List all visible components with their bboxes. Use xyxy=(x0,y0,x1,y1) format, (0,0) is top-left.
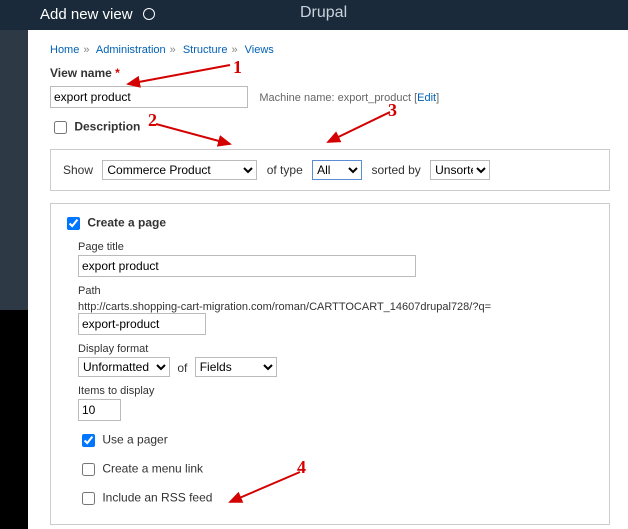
machine-name: Machine name: export_product [Edit] xyxy=(259,92,439,104)
rss-checkbox[interactable] xyxy=(82,492,95,505)
view-name-label: View name * xyxy=(50,66,120,80)
display-format-label: Display format xyxy=(78,343,597,355)
of-type-label: of type xyxy=(267,163,303,177)
of-type-select[interactable]: All xyxy=(312,160,362,180)
items-label: Items to display xyxy=(78,385,597,397)
show-section: Show Commerce Product of type All sorted… xyxy=(50,149,610,191)
overlay-content: Home» Administration» Structure» Views V… xyxy=(28,30,628,529)
of-label: of xyxy=(177,361,187,375)
annotation-2: 2 xyxy=(148,110,157,131)
machine-name-edit[interactable]: Edit xyxy=(417,92,436,104)
description-label: Description xyxy=(74,120,140,134)
display-of-select[interactable]: Fields xyxy=(195,357,277,377)
items-input[interactable] xyxy=(78,399,121,421)
create-page-checkbox[interactable] xyxy=(67,217,80,230)
show-select[interactable]: Commerce Product xyxy=(102,160,257,180)
show-label: Show xyxy=(63,163,93,177)
description-checkbox[interactable] xyxy=(54,121,67,134)
menu-link-label: Create a menu link xyxy=(102,462,203,476)
sorted-by-label: sorted by xyxy=(371,163,420,177)
display-format-select[interactable]: Unformatted list xyxy=(78,357,170,377)
site-name: Drupal xyxy=(300,4,347,22)
breadcrumb: Home» Administration» Structure» Views xyxy=(50,44,610,56)
page-title-input[interactable] xyxy=(78,255,416,277)
view-name-input[interactable] xyxy=(50,86,248,108)
annotation-4: 4 xyxy=(297,457,306,478)
annotation-1: 1 xyxy=(233,57,242,78)
path-input[interactable] xyxy=(78,313,206,335)
page-title-label: Page title xyxy=(78,241,597,253)
rss-label: Include an RSS feed xyxy=(102,491,212,505)
overlay-help-icon[interactable] xyxy=(143,8,155,20)
create-page-label: Create a page xyxy=(87,216,166,230)
menu-link-checkbox[interactable] xyxy=(82,463,95,476)
path-prefix: http://carts.shopping-cart-migration.com… xyxy=(78,301,491,313)
breadcrumb-home[interactable]: Home xyxy=(50,44,79,56)
use-pager-checkbox[interactable] xyxy=(82,434,95,447)
use-pager-label: Use a pager xyxy=(102,433,167,447)
sorted-by-select[interactable]: Unsorted xyxy=(430,160,490,180)
overlay-title: Add new view xyxy=(40,6,133,23)
path-label: Path xyxy=(78,285,597,297)
breadcrumb-views[interactable]: Views xyxy=(245,44,274,56)
annotation-3: 3 xyxy=(388,100,397,121)
breadcrumb-structure[interactable]: Structure xyxy=(183,44,228,56)
create-page-section: Create a page Page title Path http://car… xyxy=(50,203,610,525)
breadcrumb-admin[interactable]: Administration xyxy=(96,44,166,56)
